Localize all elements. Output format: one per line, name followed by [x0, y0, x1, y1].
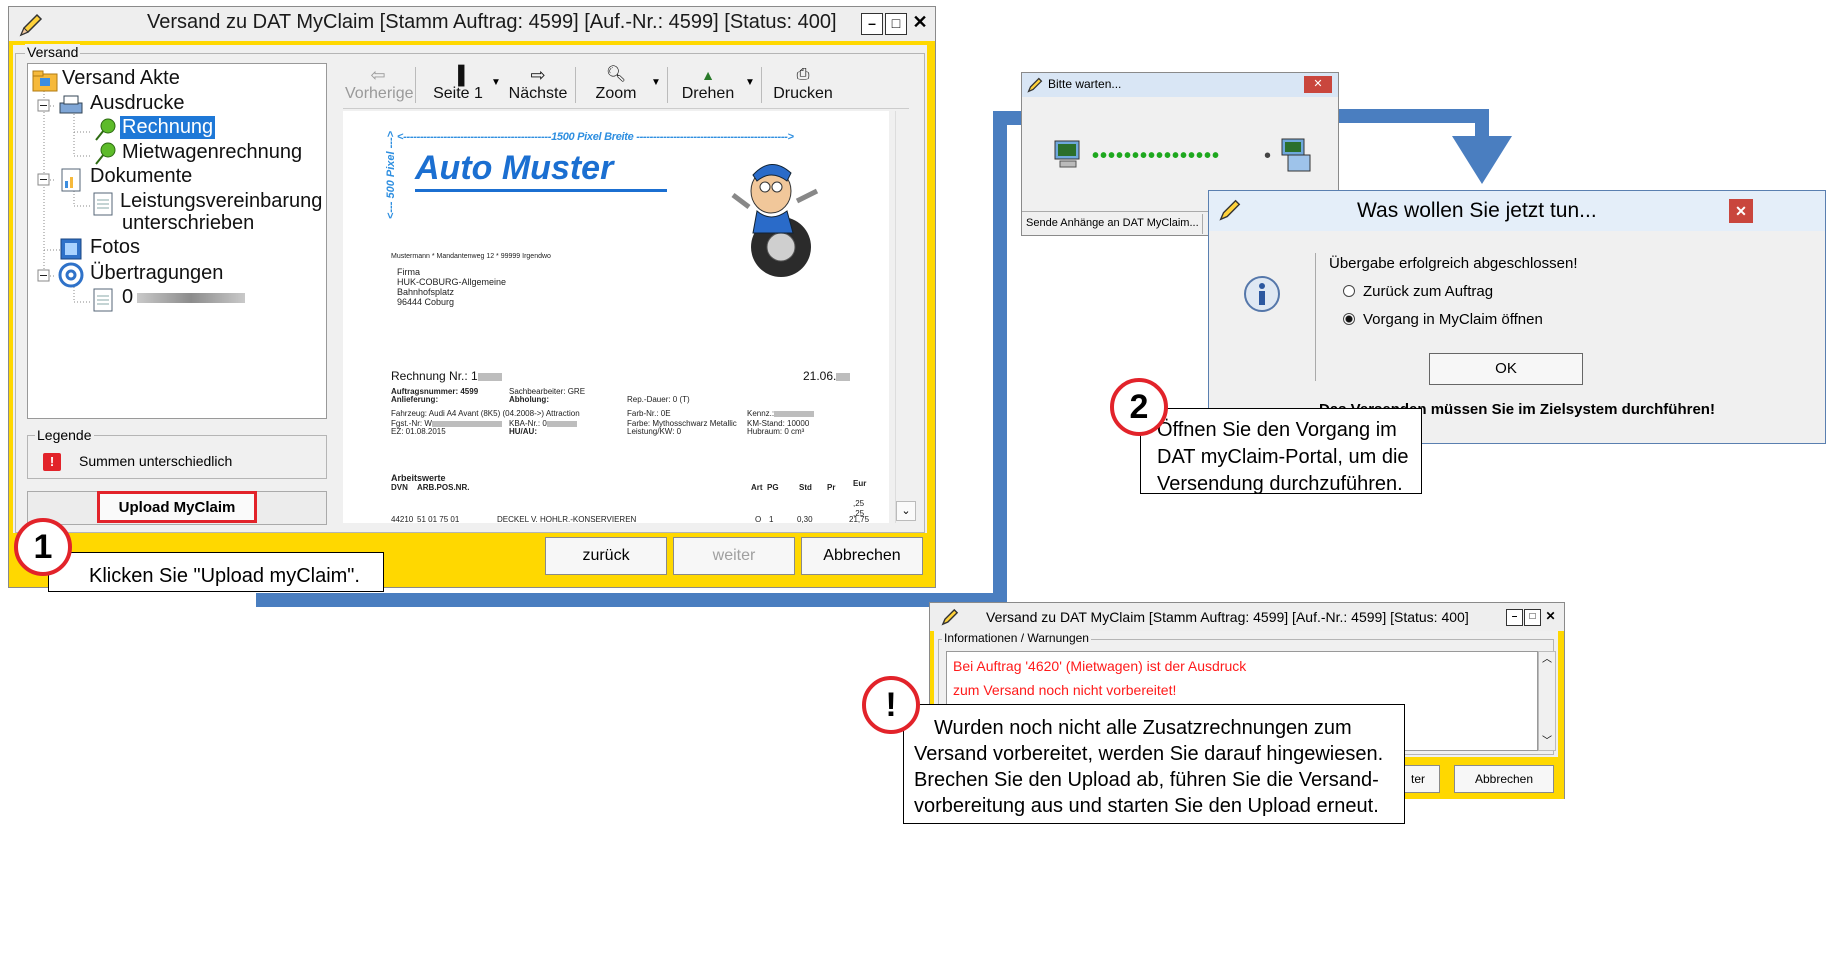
minimize-button[interactable]: –	[1506, 609, 1523, 626]
dialog-title-bar: Was wollen Sie jetzt tun... ✕	[1209, 191, 1825, 231]
status-bar-divider	[1202, 214, 1203, 234]
warning-line-1: Bei Auftrag '4620' (Mietwagen) ist der A…	[953, 658, 1247, 674]
dialog-close-button[interactable]: ✕	[1729, 199, 1753, 223]
warning-line-2: zum Versand noch nicht vorbereitet!	[953, 682, 1177, 698]
wait-title-bar: Bitte warten... ✕	[1022, 73, 1338, 97]
info-icon	[1244, 276, 1280, 312]
arrow-head-down	[1452, 136, 1512, 184]
server-icon	[1281, 138, 1311, 172]
warning-window-title: Versand zu DAT MyClaim [Stamm Auftrag: 4…	[986, 609, 1469, 625]
dialog-title: Was wollen Sie jetzt tun...	[1357, 199, 1597, 222]
dialog-divider	[1315, 253, 1316, 381]
computer-icon	[1054, 140, 1080, 168]
pencil-icon	[1219, 199, 1241, 221]
wait-window-title: Bitte warten...	[1048, 77, 1122, 91]
radio-back-to-order[interactable]: Zurück zum Auftrag	[1343, 283, 1493, 300]
radio-checked-icon	[1343, 313, 1355, 325]
warning-callout: Wurden noch nicht alle Zusatzrechnungen …	[903, 704, 1405, 824]
ok-button[interactable]: OK	[1429, 353, 1583, 385]
maximize-button[interactable]: □	[1524, 609, 1541, 626]
chevron-down-icon[interactable]: ﹀	[1539, 734, 1555, 750]
radio-open-in-myclaim[interactable]: Vorgang in MyClaim öffnen	[1343, 311, 1543, 328]
dialog-message: Übergabe erfolgreich abgeschlossen!	[1329, 255, 1578, 272]
close-button[interactable]: ✕	[1542, 609, 1559, 626]
pencil-icon	[941, 608, 959, 626]
wait-status-text: Sende Anhänge an DAT MyClaim...	[1026, 217, 1199, 229]
warnings-scrollbar[interactable]: ︿ ﹀	[1538, 651, 1556, 751]
pencil-icon	[1027, 77, 1043, 93]
chevron-up-icon[interactable]: ︿	[1539, 652, 1555, 668]
info-group-label: Informationen / Warnungen	[942, 631, 1091, 645]
step1-number-badge: 1	[14, 518, 72, 576]
arrow-upload-to-wait	[256, 111, 1070, 607]
warning-title-bar: Versand zu DAT MyClaim [Stamm Auftrag: 4…	[930, 603, 1564, 631]
warning-badge: !	[862, 676, 920, 734]
warning-cancel-button[interactable]: Abbrechen	[1454, 765, 1554, 793]
step2-callout: Öffnen Sie den Vorgang im DAT myClaim-Po…	[1140, 408, 1422, 495]
step2-number-badge: 2	[1110, 378, 1168, 436]
radio-unchecked-icon	[1343, 285, 1355, 297]
progress-end-dot: •	[1264, 145, 1272, 167]
step1-callout: Klicken Sie "Upload myClaim".	[48, 552, 384, 592]
wait-close-button[interactable]: ✕	[1304, 76, 1332, 93]
what-to-do-dialog: Was wollen Sie jetzt tun... ✕ Übergabe e…	[1208, 190, 1826, 444]
transfer-progress-dots: ••••••••••••••••	[1092, 145, 1221, 167]
